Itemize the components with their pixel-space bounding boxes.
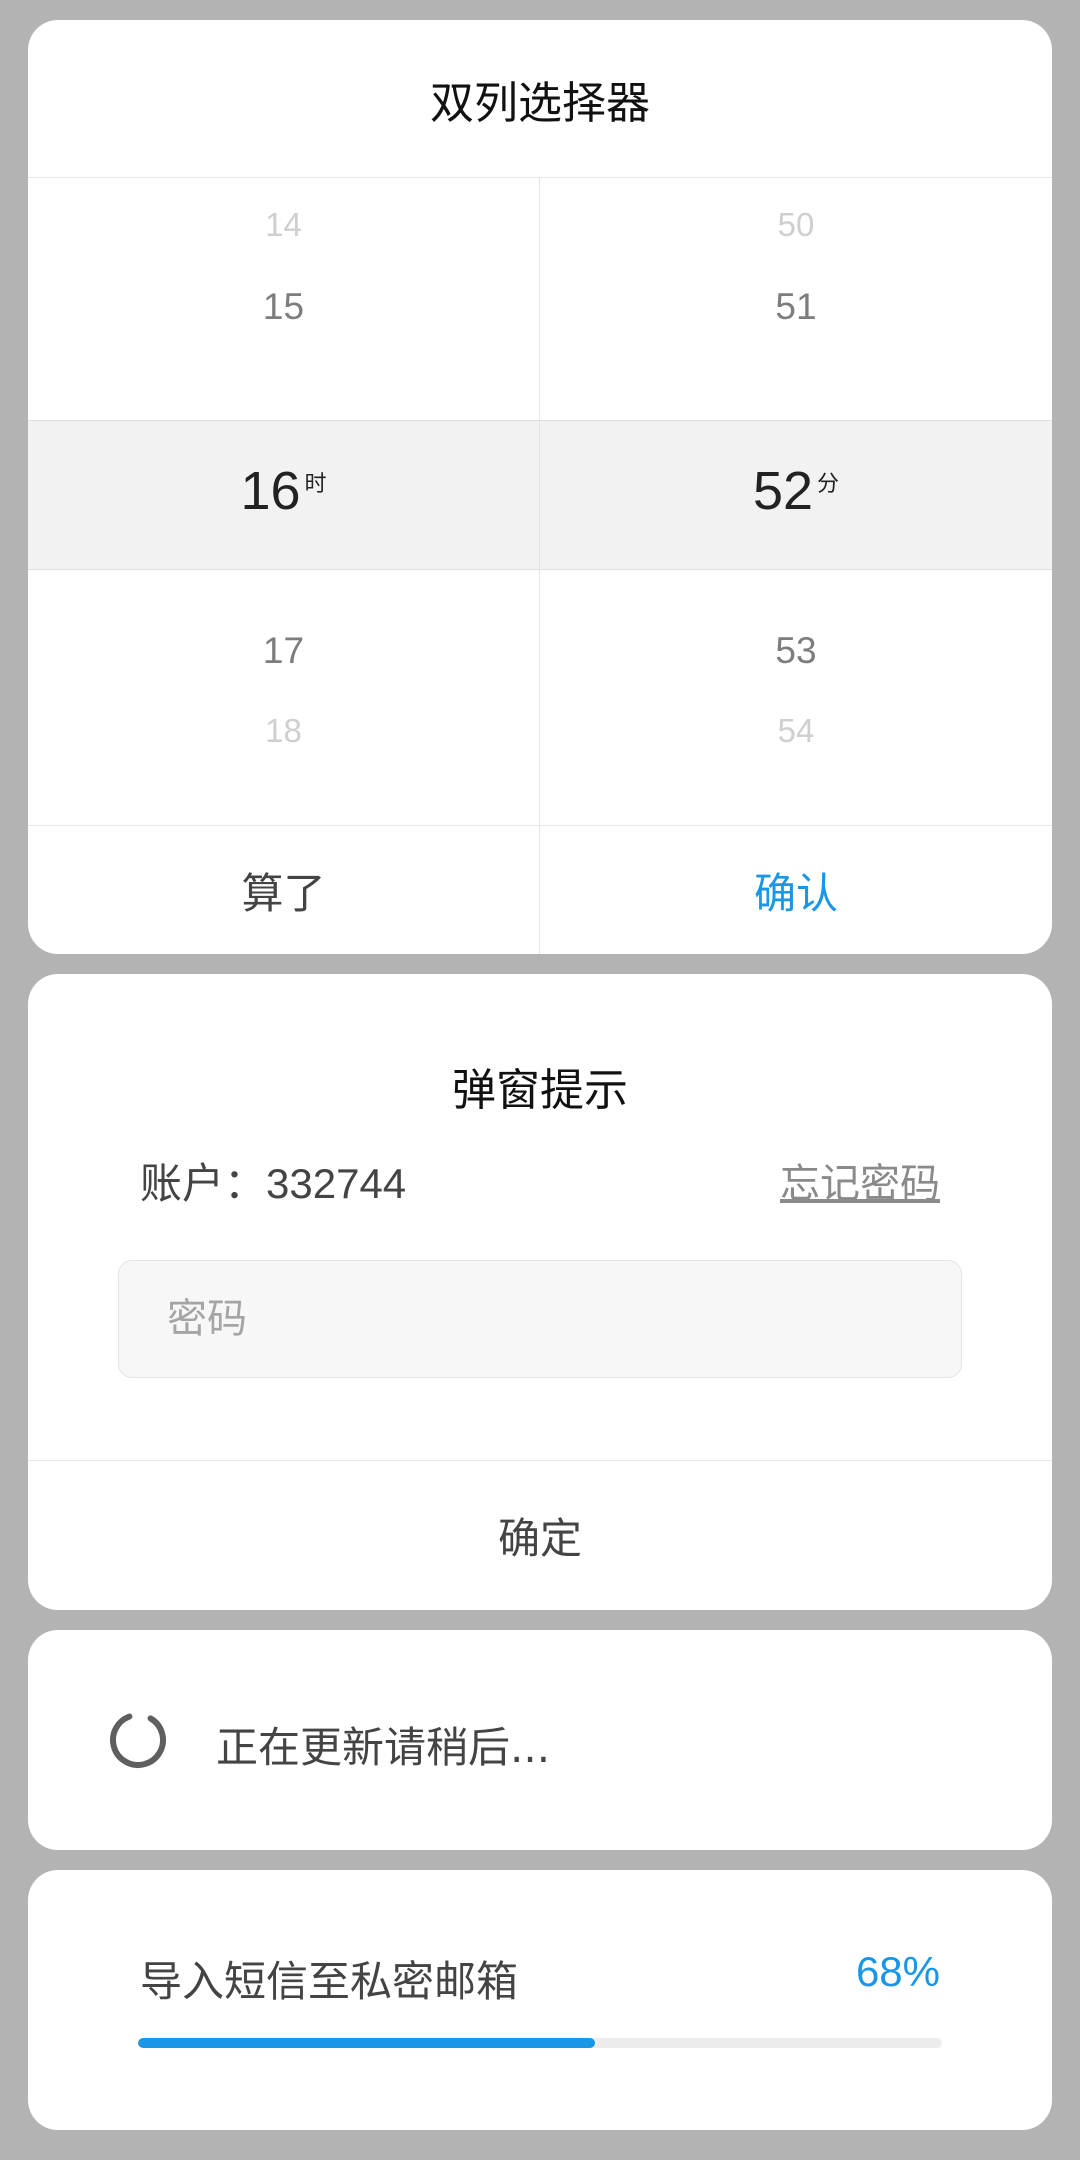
- forgot-password-link[interactable]: 忘记密码: [780, 1151, 940, 1209]
- minute-unit: 分: [817, 472, 840, 497]
- hour-unit: 时: [304, 472, 327, 497]
- hour-option[interactable]: 17: [28, 630, 539, 672]
- ok-button[interactable]: 确定: [28, 1460, 1052, 1610]
- picker-title: 双列选择器: [28, 20, 1052, 178]
- picker-actions: 算了 确认: [28, 825, 1052, 954]
- hour-option[interactable]: 15: [28, 286, 539, 328]
- progress-label: 导入短信至私密邮箱: [140, 1957, 519, 2006]
- loading-dialog: 正在更新请稍后...: [28, 1630, 1052, 1850]
- progress-bar: [138, 2038, 942, 2048]
- account-label: 账户：: [140, 1158, 267, 1208]
- account-value: 332744: [266, 1159, 407, 1207]
- minute-option[interactable]: 53: [540, 630, 1052, 672]
- hour-selected-value: 16: [240, 461, 301, 521]
- account-info: 账户：332744: [140, 1150, 406, 1211]
- account-row: 账户：332744 忘记密码: [140, 1150, 940, 1210]
- minute-column[interactable]: 50 51 52 分 53 54: [540, 178, 1052, 825]
- progress-bar-fill: [138, 2038, 595, 2048]
- hour-option[interactable]: 18: [28, 712, 539, 750]
- dual-column-picker-dialog: 双列选择器 14 15 16 时 17 18 50 51 52 分 53 54 算了…: [28, 20, 1052, 954]
- confirm-button[interactable]: 确认: [540, 826, 1052, 954]
- minute-selected[interactable]: 52 分: [540, 460, 1052, 522]
- loading-text: 正在更新请稍后...: [216, 1723, 551, 1772]
- picker-columns: 14 15 16 时 17 18 50 51 52 分 53 54: [28, 178, 1052, 825]
- progress-percent: 68%: [855, 1948, 940, 1995]
- dialog-title: 弹窗提示: [452, 1065, 628, 1116]
- minute-option[interactable]: 54: [540, 712, 1052, 750]
- minute-selected-value: 52: [752, 461, 814, 521]
- minute-option[interactable]: 51: [540, 286, 1052, 328]
- password-dialog: 弹窗提示 账户：332744 忘记密码 确定: [28, 974, 1052, 1610]
- hour-selected[interactable]: 16 时: [28, 460, 539, 522]
- password-field[interactable]: [118, 1260, 962, 1378]
- progress-dialog: 导入短信至私密邮箱 68%: [28, 1870, 1052, 2130]
- hour-column[interactable]: 14 15 16 时 17 18: [28, 178, 540, 825]
- hour-option[interactable]: 14: [28, 206, 539, 244]
- cancel-button[interactable]: 算了: [28, 826, 540, 954]
- loading-spinner-icon: [110, 1712, 166, 1768]
- minute-option[interactable]: 50: [540, 206, 1052, 244]
